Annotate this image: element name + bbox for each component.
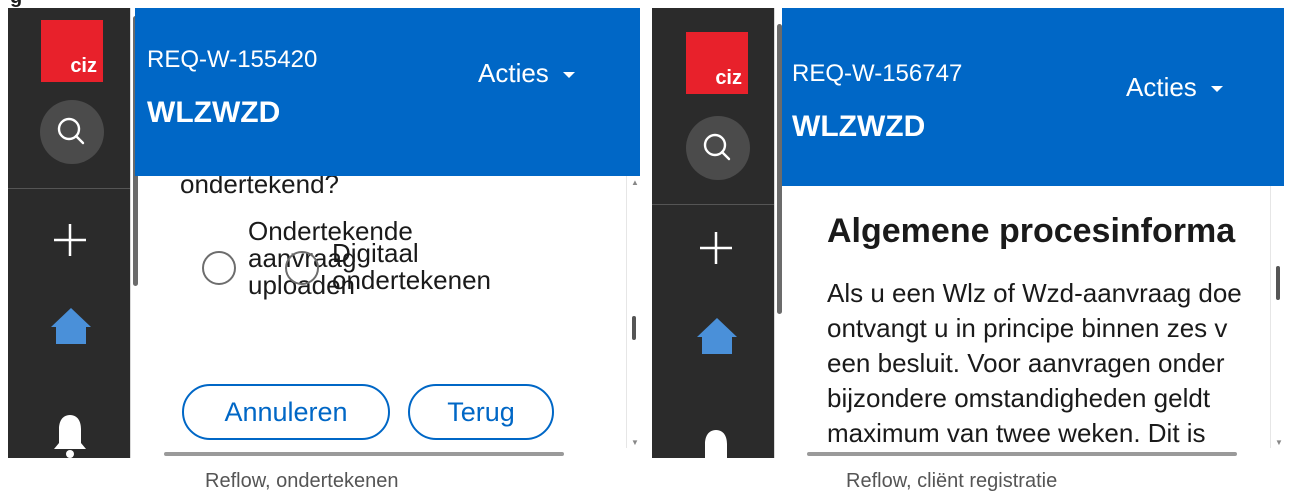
plus-icon[interactable] <box>698 230 734 266</box>
home-icon[interactable] <box>696 316 738 356</box>
ciz-logo[interactable]: ciz <box>686 32 748 94</box>
search-button[interactable] <box>40 100 104 164</box>
sidebar: ciz <box>652 8 774 458</box>
search-icon <box>703 133 731 161</box>
horizontal-scrollbar[interactable] <box>140 448 640 458</box>
radio-upload[interactable] <box>202 251 236 285</box>
scroll-down-icon[interactable]: ▼ <box>1275 438 1283 447</box>
back-label: Terug <box>447 396 515 427</box>
logo-text: ciz <box>70 55 97 77</box>
screenshot-ondertekenen: ciz REQ-W-155420 WLZWZD Acties onderteke… <box>8 8 640 458</box>
section-heading: Algemene procesinforma <box>827 212 1236 250</box>
horizontal-scrollbar-thumb[interactable] <box>164 452 564 456</box>
search-icon <box>57 117 85 145</box>
bell-icon[interactable] <box>698 428 734 458</box>
actions-menu[interactable]: Acties <box>478 58 575 89</box>
paragraph-line: bijzondere omstandigheden geldt <box>827 383 1211 413</box>
request-id: REQ-W-155420 <box>147 46 318 73</box>
content-scrollbar[interactable]: ▼ <box>1270 186 1284 450</box>
app-header: REQ-W-155420 WLZWZD Acties <box>135 8 640 176</box>
chevron-down-icon <box>1210 85 1223 92</box>
back-button[interactable]: Terug <box>408 384 554 440</box>
tenant-name: WLZWZD <box>792 110 926 143</box>
chevron-down-icon <box>562 71 575 78</box>
request-id: REQ-W-156747 <box>792 60 963 87</box>
main-content: ondertekend? Ondertekende aanvraag uploa… <box>150 176 625 448</box>
horizontal-scrollbar[interactable] <box>787 448 1284 458</box>
radio-digital[interactable] <box>285 251 319 285</box>
content-scrollbar[interactable]: ▲ ▼ <box>626 176 640 450</box>
option-label-digital: Digitaal ondertekenen <box>332 238 492 295</box>
content-scrollbar-thumb[interactable] <box>1276 266 1280 300</box>
paragraph-line: een besluit. Voor aanvragen onder <box>827 348 1225 378</box>
content-scrollbar-thumb[interactable] <box>632 316 636 340</box>
app-header: REQ-W-156747 WLZWZD Acties <box>782 8 1284 186</box>
actions-menu[interactable]: Acties <box>1126 72 1223 103</box>
scroll-down-icon[interactable]: ▼ <box>631 438 639 447</box>
paragraph-line: ontvangt u in principe binnen zes v <box>827 313 1228 343</box>
home-icon[interactable] <box>50 306 92 346</box>
caption-right: Reflow, cliënt registratie <box>846 470 1058 492</box>
bell-icon[interactable] <box>52 413 88 458</box>
sidebar-divider <box>652 204 774 205</box>
paragraph-line: Als u een Wlz of Wzd-aanvraag doe <box>827 278 1242 308</box>
horizontal-scrollbar-thumb[interactable] <box>807 452 1237 456</box>
scroll-up-icon[interactable]: ▲ <box>631 178 639 187</box>
tenant-name: WLZWZD <box>147 96 281 129</box>
plus-icon[interactable] <box>52 222 88 258</box>
sidebar: ciz <box>8 8 130 458</box>
search-button[interactable] <box>686 116 750 180</box>
paragraph-line: maximum van twee weken. Dit is <box>827 418 1206 448</box>
top-strip: g <box>0 0 1291 8</box>
actions-label: Acties <box>478 58 549 88</box>
cancel-label: Annuleren <box>224 396 348 427</box>
sidebar-divider <box>8 188 130 189</box>
main-content: Algemene procesinforma Als u een Wlz of … <box>797 186 1271 450</box>
caption-left: Reflow, ondertekenen <box>205 470 399 492</box>
cancel-button[interactable]: Annuleren <box>182 384 390 440</box>
ciz-logo[interactable]: ciz <box>41 20 103 82</box>
actions-label: Acties <box>1126 72 1197 102</box>
question-text: ondertekend? <box>180 176 340 199</box>
logo-text: ciz <box>715 67 742 89</box>
screenshot-client-registratie: ciz REQ-W-156747 WLZWZD Acties Algemene … <box>652 8 1284 458</box>
